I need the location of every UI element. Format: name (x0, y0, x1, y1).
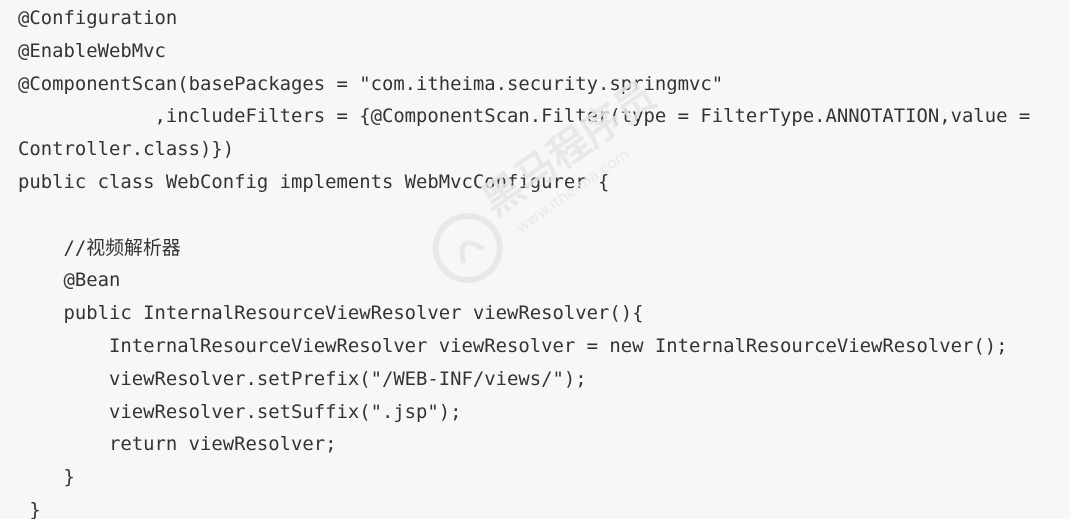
code-line: ,includeFilters = {@ComponentScan.Filter… (18, 105, 1031, 128)
code-line: InternalResourceViewResolver viewResolve… (18, 334, 1008, 357)
code-line: Controller.class)}) (18, 138, 235, 161)
code-line: viewResolver.setPrefix("/WEB-INF/views/"… (18, 367, 587, 390)
code-block: @Configuration @EnableWebMvc @ComponentS… (0, 0, 1070, 519)
code-line: @Bean (18, 269, 121, 292)
code-line: return viewResolver; (18, 433, 337, 456)
code-line: } (18, 466, 75, 489)
code-line: } (18, 498, 41, 519)
code-line: viewResolver.setSuffix(".jsp"); (18, 400, 462, 423)
code-line: @ComponentScan(basePackages = "com.ithei… (18, 72, 724, 95)
code-line: @EnableWebMvc (18, 39, 166, 62)
code-line: //视频解析器 (18, 236, 181, 259)
code-line: public InternalResourceViewResolver view… (18, 302, 644, 325)
code-line: public class WebConfig implements WebMvc… (18, 170, 610, 193)
code-line: @Configuration (18, 7, 178, 29)
